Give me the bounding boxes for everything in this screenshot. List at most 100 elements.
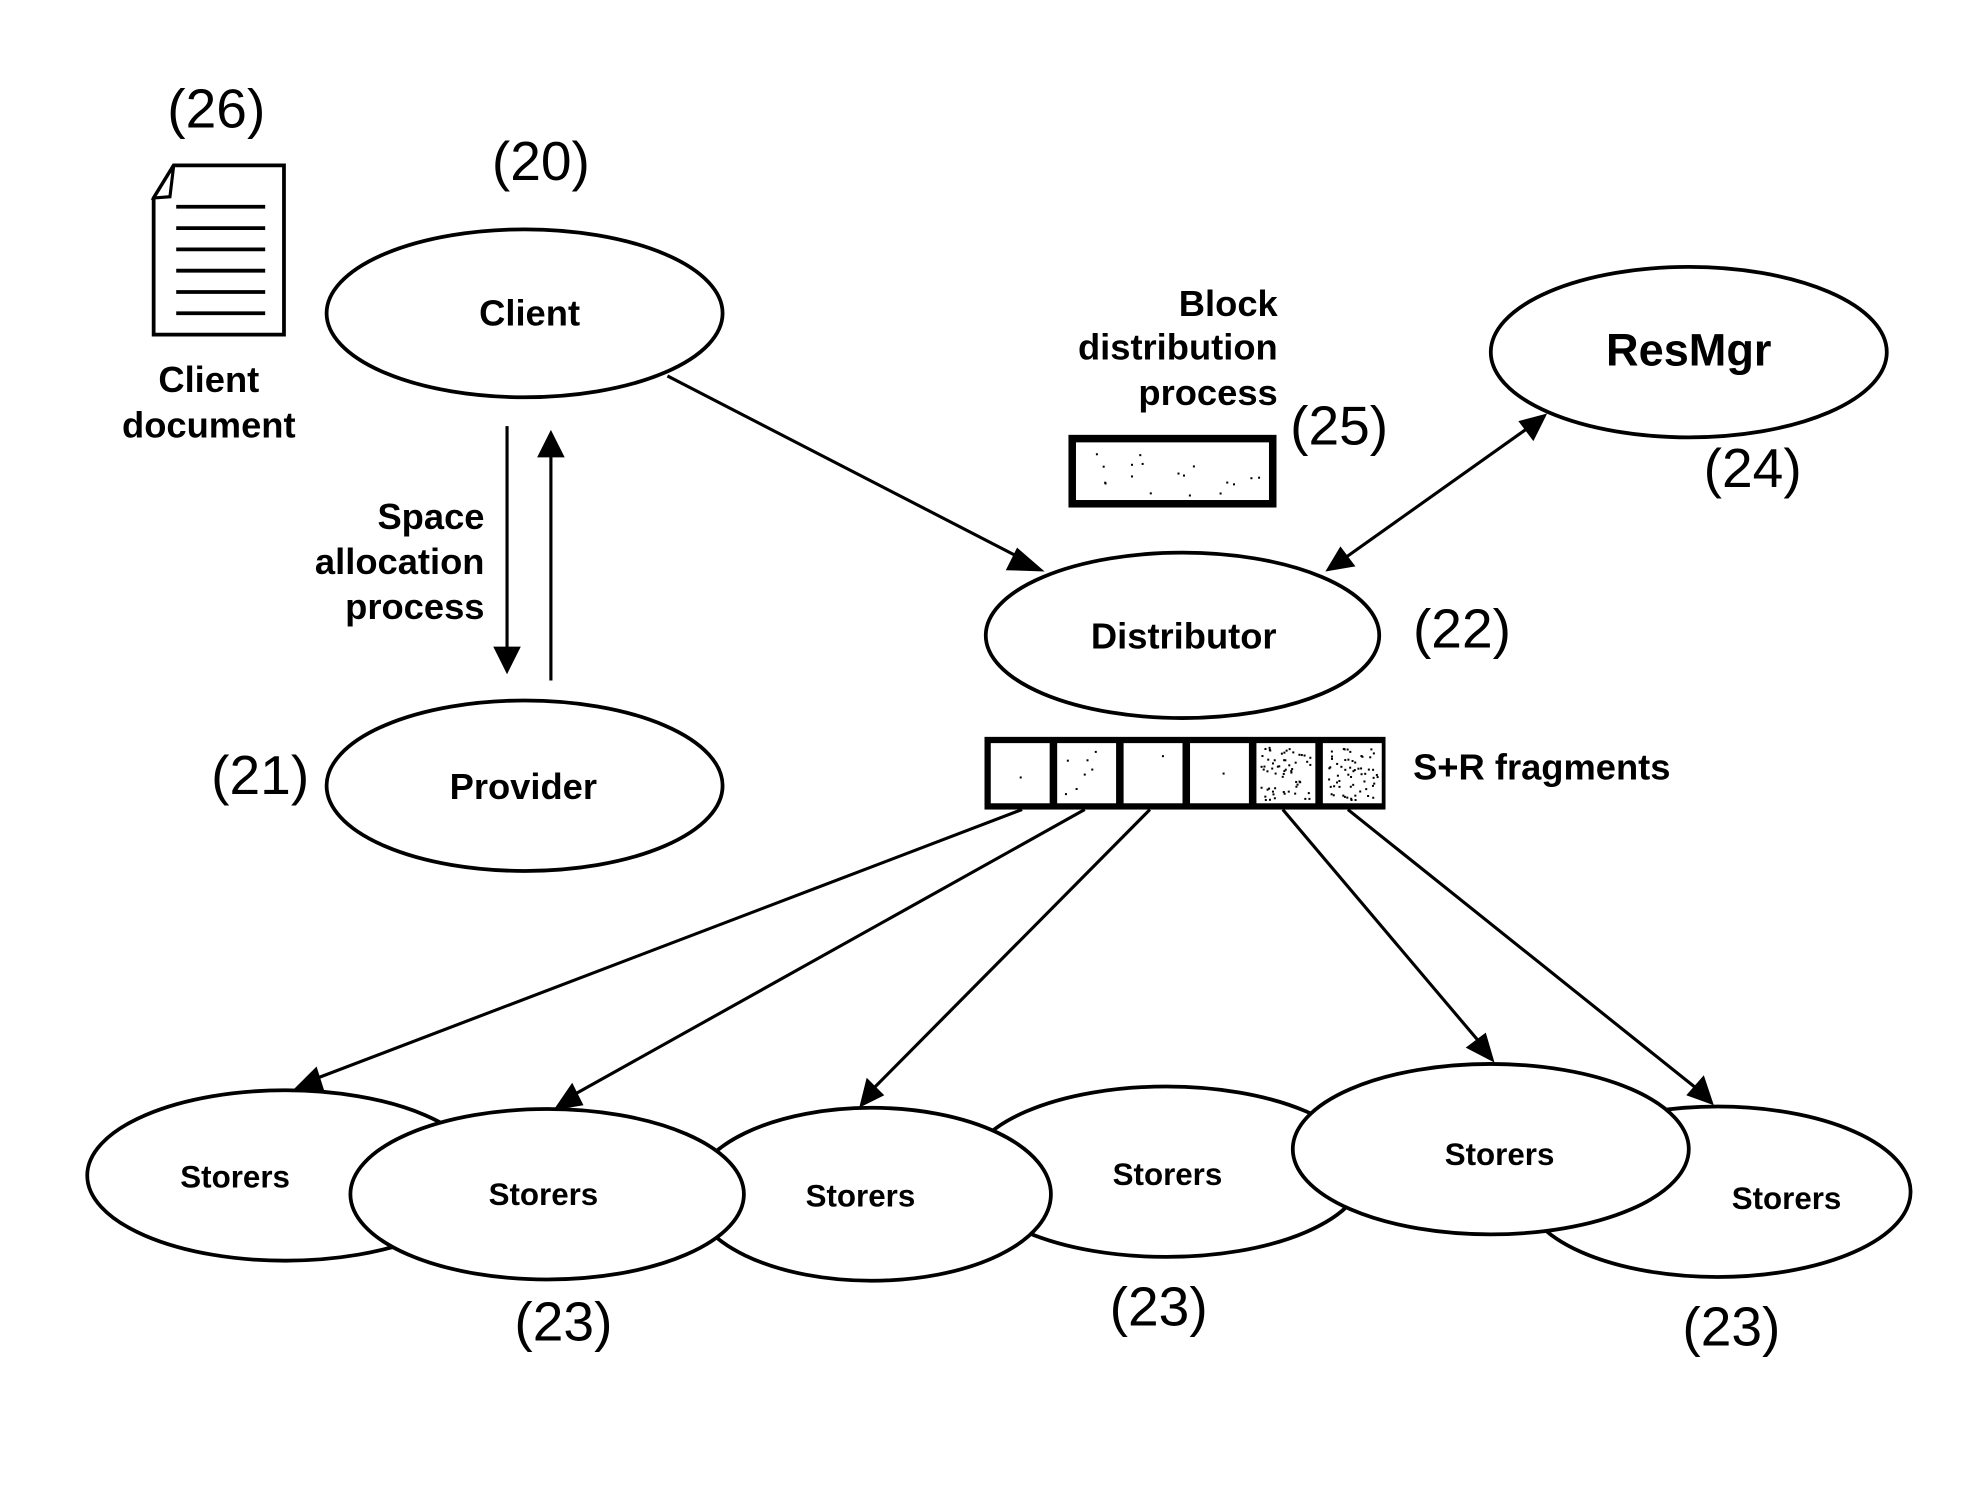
stipple-dot <box>1019 776 1022 779</box>
stipple-dot <box>1344 759 1347 762</box>
storers-label: Storers <box>1445 1137 1555 1172</box>
provider-ref-number: (21) <box>211 744 309 806</box>
stipple-dot <box>1346 796 1349 799</box>
node-storers-2[interactable]: Storers <box>348 1107 746 1282</box>
stipple-dot <box>1331 757 1334 760</box>
stipple-dot <box>1336 774 1339 777</box>
storers-group: Storers Storers Storers Storers Storers … <box>85 1062 1913 1357</box>
stipple-dot <box>1351 760 1354 763</box>
storers-label: Storers <box>180 1160 290 1195</box>
stipple-dot <box>1268 746 1271 749</box>
stipple-dot <box>1328 767 1331 770</box>
stipple-dot <box>1372 752 1375 755</box>
stipple-dot <box>1300 754 1303 757</box>
stipple-dot <box>1357 767 1360 770</box>
stipple-dot <box>1309 763 1312 766</box>
stipple-dot <box>1363 780 1366 783</box>
node-distributor[interactable]: Distributor (22) <box>983 550 1511 720</box>
stipple-dot <box>1222 772 1225 775</box>
storers-label: Storers <box>1113 1157 1223 1192</box>
stipple-dot <box>1303 754 1306 757</box>
stipple-dot <box>1271 767 1274 770</box>
stipple-dot <box>1139 454 1142 457</box>
stipple-dot <box>1350 775 1353 778</box>
space-allocation-line-3: process <box>345 586 484 627</box>
stipple-dot <box>1273 797 1276 800</box>
edge-fragment-to-storers-5 <box>1281 808 1484 1047</box>
storers-label: Storers <box>806 1178 916 1213</box>
stipple-dot <box>1332 794 1335 797</box>
stipple-dot <box>1287 790 1290 793</box>
fragments-strip: S+R fragments <box>984 736 1670 810</box>
stipple-dot <box>1372 768 1375 771</box>
provider-label: Provider <box>450 766 597 807</box>
block-distribution: Block distribution process (25) <box>1068 283 1388 508</box>
arrowhead-icon <box>1465 1032 1495 1063</box>
space-allocation-caption: Space allocation process <box>315 496 485 627</box>
stipple-dot <box>1328 778 1331 781</box>
stipple-dot <box>1282 772 1285 775</box>
stipple-dot <box>1372 776 1375 779</box>
distributor-ref-number: (22) <box>1413 597 1511 659</box>
stipple-dot <box>1266 770 1269 773</box>
stipple-dot <box>1268 748 1271 751</box>
stipple-dot <box>1308 797 1311 800</box>
stipple-dot <box>1307 792 1310 795</box>
stipple-dot <box>1094 750 1097 753</box>
stipple-dot <box>1261 755 1264 758</box>
storers-ref-number: (23) <box>1110 1275 1208 1337</box>
stipple-dot <box>1294 761 1297 764</box>
distributed-storage-diagram: (26) Client document (20) Client Space a… <box>85 77 1913 1357</box>
stipple-dot <box>1294 792 1297 795</box>
stipple-dot <box>1263 765 1266 768</box>
stipple-dot <box>1264 799 1267 802</box>
stipple-dot <box>1280 752 1283 755</box>
stipple-dot <box>1344 768 1347 771</box>
client-label: Client <box>479 292 580 333</box>
stipple-dot <box>1264 748 1267 751</box>
stipple-dot <box>1273 759 1276 762</box>
document-fold-icon <box>150 164 176 200</box>
stipple-dot <box>1354 794 1357 797</box>
storers-label: Storers <box>489 1177 599 1212</box>
stipple-dot <box>1295 780 1298 783</box>
stipple-dot <box>1290 771 1293 774</box>
distributor-label: Distributor <box>1091 616 1277 657</box>
stipple-dot <box>1083 773 1086 776</box>
arrowhead-icon <box>292 1066 325 1091</box>
stipple-dot <box>1233 483 1236 486</box>
stipple-dot <box>1288 748 1291 751</box>
stipple-dot <box>1336 781 1339 784</box>
stipple-dot <box>1365 788 1368 791</box>
resmgr-label: ResMgr <box>1606 324 1771 375</box>
stipple-dot <box>1342 794 1345 797</box>
stipple-dot <box>1288 764 1291 767</box>
stipple-dot <box>1375 773 1378 776</box>
stipple-dot <box>1130 463 1133 466</box>
stipple-dot <box>1291 768 1294 771</box>
node-provider[interactable]: (21) Provider <box>211 698 725 873</box>
stipple-dot <box>1352 770 1355 773</box>
stipple-dot <box>1192 465 1195 468</box>
stipple-dot <box>1369 756 1372 759</box>
fragment-cell-plain <box>1123 743 1183 804</box>
stipple-dot <box>1298 780 1301 783</box>
stipple-dot <box>1086 759 1089 762</box>
stipple-dot <box>1349 766 1352 769</box>
arrowhead-icon <box>1325 546 1356 572</box>
node-storers-5[interactable]: Storers <box>1290 1062 1691 1237</box>
stipple-dot <box>1281 775 1284 778</box>
stipple-dot <box>1359 790 1362 793</box>
stipple-dot <box>1226 481 1229 484</box>
fragment-cell-dense <box>1256 743 1316 804</box>
stipple-dot <box>1360 767 1363 770</box>
stipple-dot <box>1274 787 1277 790</box>
stipple-dot <box>1330 793 1333 796</box>
stipple-dot <box>1188 494 1191 497</box>
stipple-dot <box>1177 472 1180 475</box>
stipple-dot <box>1373 782 1376 785</box>
resmgr-ref-number: (24) <box>1704 437 1802 499</box>
node-storers-3[interactable]: Storers <box>690 1105 1053 1283</box>
node-resmgr[interactable]: ResMgr (24) <box>1488 265 1889 499</box>
node-client[interactable]: (20) Client <box>324 130 725 400</box>
